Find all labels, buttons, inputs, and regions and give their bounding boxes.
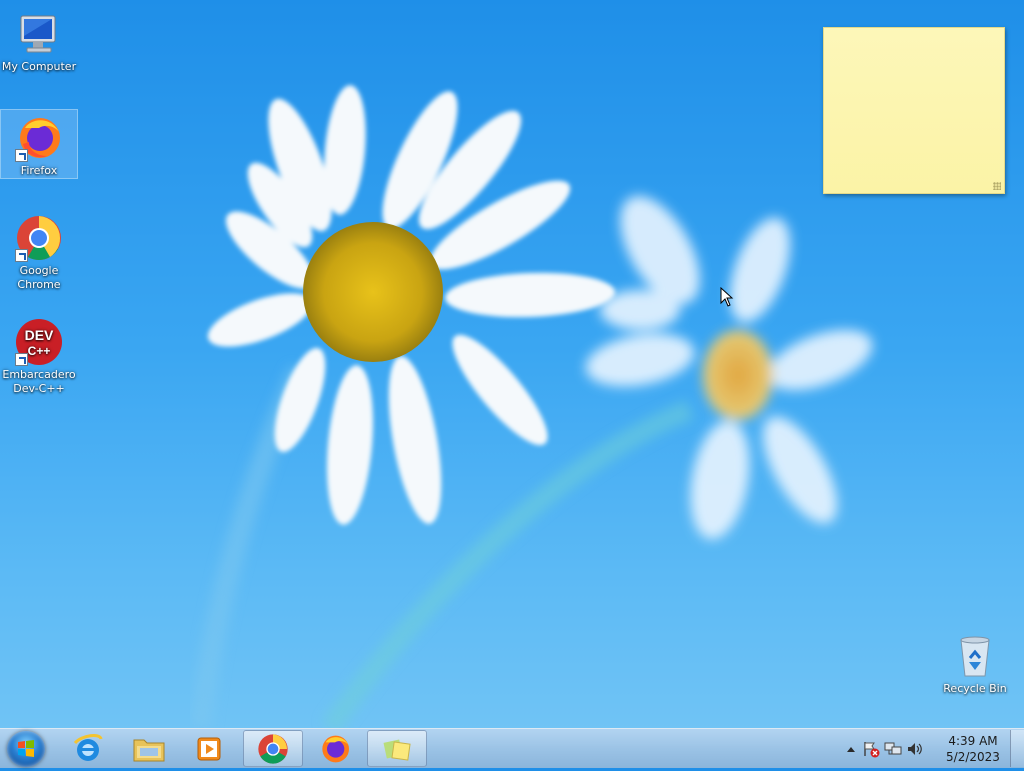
taskbar-internet-explorer[interactable] (58, 730, 118, 767)
ie-icon (73, 733, 103, 761)
mouse-cursor-icon (720, 286, 734, 307)
clock-date: 5/2/2023 (946, 750, 1000, 764)
taskbar: 4:39 AM 5/2/2023 (0, 728, 1024, 768)
desktop-icon-label: My Computer (1, 60, 77, 73)
clock-time: 4:39 AM (948, 734, 998, 748)
sticky-notes-icon (383, 739, 411, 761)
volume-icon[interactable] (904, 738, 926, 760)
svg-text:C++: C++ (28, 344, 51, 358)
desktop-icon-google-chrome[interactable]: Google Chrome (1, 210, 77, 292)
desktop-icon-my-computer[interactable]: My Computer (1, 6, 77, 74)
desktop-icon-label: Google Chrome (17, 264, 61, 291)
desktop-icon-firefox[interactable]: Firefox (0, 109, 78, 179)
desktop-icon-recycle-bin[interactable]: Recycle Bin (937, 628, 1013, 696)
network-icon[interactable] (882, 738, 904, 760)
action-center-flag-icon[interactable] (860, 738, 882, 760)
show-desktop-button[interactable] (1010, 730, 1024, 767)
desktop-icon-label: Recycle Bin (943, 682, 1007, 695)
taskbar-firefox[interactable] (305, 730, 365, 767)
shortcut-arrow-icon (15, 249, 28, 262)
resize-grip-icon[interactable] (993, 182, 1001, 190)
devcpp-icon: DEV C++ (15, 318, 63, 366)
shortcut-arrow-icon (15, 353, 28, 366)
desktop-icon-label: Firefox (20, 164, 58, 177)
taskbar-clock[interactable]: 4:39 AM 5/2/2023 (938, 733, 1008, 765)
computer-icon (15, 10, 63, 58)
desktop-icon-label: Embarcadero Dev-C++ (2, 368, 76, 395)
start-button[interactable] (7, 731, 45, 767)
chrome-icon (258, 733, 288, 764)
taskbar-sticky-notes[interactable] (367, 730, 427, 767)
chrome-icon (15, 214, 63, 262)
media-player-icon (197, 737, 221, 760)
svg-text:DEV: DEV (25, 327, 54, 343)
firefox-icon (322, 735, 349, 762)
windows-logo-icon (18, 740, 34, 757)
desktop-icon-devcpp[interactable]: DEV C++ Embarcadero Dev-C++ (1, 314, 77, 396)
taskbar-file-explorer[interactable] (119, 730, 179, 767)
folder-icon (133, 739, 165, 761)
show-hidden-icons-icon[interactable] (842, 740, 860, 758)
sticky-note[interactable] (823, 27, 1005, 194)
shortcut-arrow-icon (15, 149, 28, 162)
taskbar-google-chrome[interactable] (243, 730, 303, 767)
firefox-icon (15, 114, 63, 162)
recycle-bin-icon (951, 632, 999, 680)
taskbar-media-player[interactable] (179, 730, 239, 767)
